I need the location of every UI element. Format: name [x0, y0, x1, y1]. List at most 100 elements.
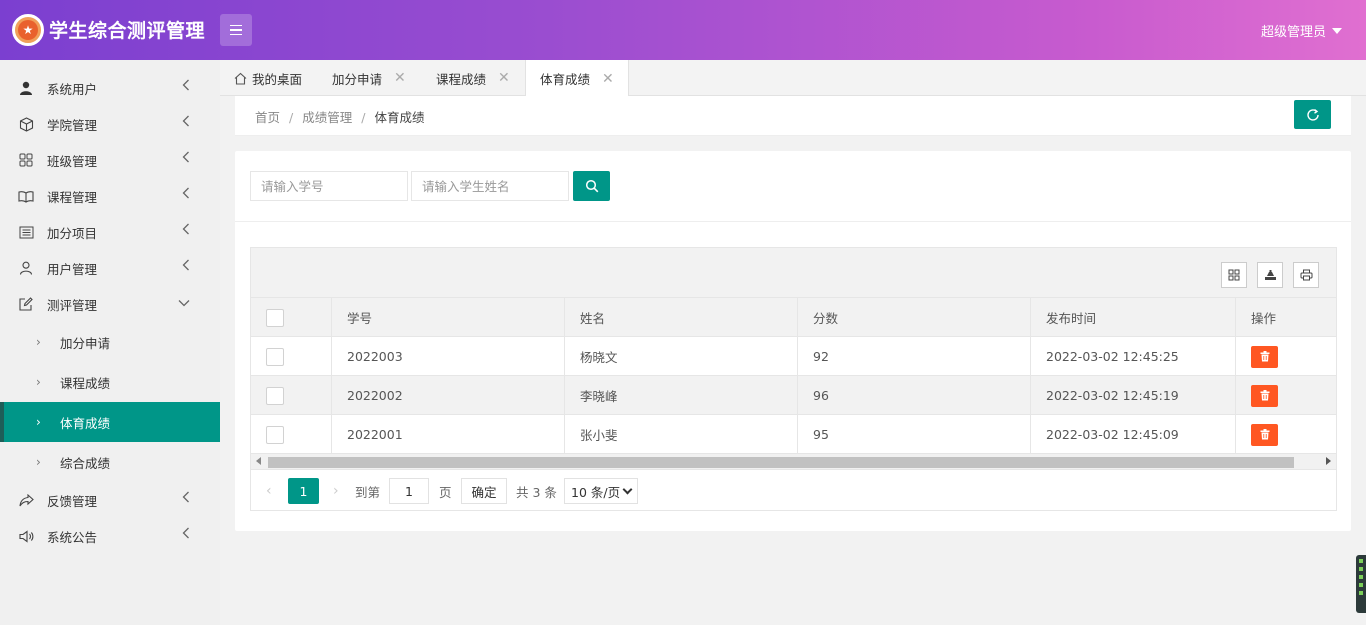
sidebar-subitem-pe-scores[interactable]: › 体育成绩	[0, 402, 220, 442]
list-icon	[18, 224, 34, 240]
sidebar-item-college[interactable]: 学院管理	[0, 106, 220, 142]
app-title: 学生综合测评管理	[49, 20, 206, 42]
cell-name: 杨晓文	[565, 337, 798, 376]
breadcrumb-section[interactable]: 成绩管理	[302, 110, 352, 125]
refresh-icon	[1306, 108, 1319, 121]
goto-page-input[interactable]	[389, 478, 429, 504]
search-button[interactable]	[573, 171, 610, 201]
export-button[interactable]	[1257, 262, 1283, 288]
breadcrumb-bar: 首页 / 成绩管理 / 体育成绩	[235, 96, 1351, 136]
breadcrumb: 首页 / 成绩管理 / 体育成绩	[255, 107, 424, 126]
share-icon	[18, 492, 34, 508]
sidebar-item-label: 系统公告	[47, 529, 98, 545]
user-menu[interactable]: 超级管理员	[1261, 21, 1342, 40]
page-size-select[interactable]: 10 条/页	[564, 478, 638, 504]
goto-label: 到第	[355, 484, 381, 500]
row-checkbox[interactable]	[266, 347, 284, 366]
prev-page-icon[interactable]: ‹	[266, 478, 272, 504]
tab-bonus-application[interactable]: 加分申请 ✕	[332, 60, 406, 96]
columns-icon	[1228, 269, 1240, 281]
header-score[interactable]: 分数	[798, 298, 1031, 337]
close-icon[interactable]: ✕	[602, 71, 614, 87]
table-header-row: 学号 姓名 分数 发布时间 操作	[251, 298, 1336, 337]
sidebar-item-evaluation[interactable]: 测评管理	[0, 286, 220, 322]
scroll-right-icon[interactable]	[1326, 457, 1331, 465]
export-icon	[1264, 270, 1276, 280]
tab-my-desktop[interactable]: 我的桌面	[234, 60, 302, 96]
table-row[interactable]: 2022002 李晓峰 96 2022-03-02 12:45:19	[251, 376, 1336, 415]
columns-filter-button[interactable]	[1221, 262, 1247, 288]
chevron-right-icon: ›	[36, 415, 41, 429]
tab-label: 课程成绩	[436, 71, 487, 87]
cell-published-time: 2022-03-02 12:45:09	[1046, 427, 1179, 442]
delete-button[interactable]	[1251, 423, 1278, 446]
table-row[interactable]: 2022001 张小斐 95 2022-03-02 12:45:09	[251, 415, 1336, 454]
sidebar-item-announcement[interactable]: 系统公告	[0, 518, 220, 554]
sidebar-item-system-users[interactable]: 系统用户	[0, 70, 220, 106]
page-current[interactable]: 1	[288, 478, 319, 504]
header-published-time[interactable]: 发布时间	[1031, 298, 1235, 337]
menu-toggle-button[interactable]	[220, 14, 252, 46]
next-page-icon[interactable]: ›	[333, 478, 339, 504]
sidebar-item-label: 加分项目	[47, 225, 98, 241]
breadcrumb-home[interactable]: 首页	[255, 110, 280, 125]
cell-published-time: 2022-03-02 12:45:19	[1046, 388, 1179, 403]
chevron-down-icon	[178, 295, 190, 311]
sidebar-item-label: 学院管理	[47, 117, 98, 133]
close-icon[interactable]: ✕	[498, 70, 510, 86]
student-id-search-input[interactable]	[250, 171, 408, 201]
chevron-left-icon	[182, 527, 190, 543]
sidebar-item-user-management[interactable]: 用户管理	[0, 250, 220, 286]
row-checkbox-cell	[251, 337, 332, 376]
header-name[interactable]: 姓名	[565, 298, 798, 337]
table-row[interactable]: 2022003 杨晓文 92 2022-03-02 12:45:25	[251, 337, 1336, 376]
row-checkbox[interactable]	[266, 425, 284, 444]
data-table: 学号 姓名 分数 发布时间 操作 2022003 杨晓文 92 2022-03-…	[250, 247, 1337, 511]
content-card: 学号 姓名 分数 发布时间 操作 2022003 杨晓文 92 2022-03-…	[235, 151, 1351, 531]
refresh-button[interactable]	[1294, 100, 1331, 129]
goto-confirm-button[interactable]: 确定	[461, 478, 507, 504]
top-header: ★ 学生综合测评管理 超级管理员	[0, 0, 1366, 60]
user-filled-icon	[18, 80, 34, 96]
search-icon	[585, 179, 598, 193]
sidebar-subitem-bonus-application[interactable]: › 加分申请	[0, 322, 220, 362]
star-icon: ★	[18, 20, 38, 40]
tab-pe-scores[interactable]: 体育成绩 ✕	[525, 60, 629, 97]
tab-course-scores[interactable]: 课程成绩 ✕	[436, 60, 510, 96]
sidebar-subitem-overall-scores[interactable]: › 综合成绩	[0, 442, 220, 482]
home-icon	[234, 72, 247, 85]
chevron-left-icon	[182, 259, 190, 275]
horizontal-scrollbar[interactable]	[251, 454, 1336, 470]
print-button[interactable]	[1293, 262, 1319, 288]
table-toolbar	[251, 248, 1336, 298]
chevron-left-icon	[182, 79, 190, 95]
delete-button[interactable]	[1251, 384, 1278, 407]
cell-student-id: 2022003	[332, 337, 565, 376]
floating-widget[interactable]	[1356, 555, 1366, 613]
sidebar-subitem-label: 课程成绩	[60, 375, 111, 391]
select-all-checkbox[interactable]	[266, 308, 284, 327]
header-student-id[interactable]: 学号	[332, 298, 565, 337]
trash-icon	[1260, 390, 1269, 401]
sidebar-item-feedback[interactable]: 反馈管理	[0, 482, 220, 518]
scroll-left-icon[interactable]	[256, 457, 261, 465]
pagination: ‹ 1 › 到第 页 确定 共 3 条 10 条/页	[251, 471, 1336, 511]
close-icon[interactable]: ✕	[394, 70, 406, 86]
trash-icon	[1260, 351, 1269, 362]
goto-page-field	[389, 478, 429, 504]
sidebar-item-class[interactable]: 班级管理	[0, 142, 220, 178]
speaker-icon	[18, 528, 34, 544]
sidebar-item-bonus-items[interactable]: 加分项目	[0, 214, 220, 250]
chevron-right-icon: ›	[36, 335, 41, 349]
scrollbar-thumb[interactable]	[268, 457, 1294, 468]
sidebar-item-label: 用户管理	[47, 261, 98, 277]
breadcrumb-separator: /	[289, 110, 294, 125]
page-unit: 页	[439, 484, 452, 500]
student-name-search-input[interactable]	[411, 171, 569, 201]
user-icon	[18, 260, 34, 276]
divider	[235, 221, 1351, 222]
sidebar-item-course[interactable]: 课程管理	[0, 178, 220, 214]
row-checkbox[interactable]	[266, 386, 284, 405]
delete-button[interactable]	[1251, 345, 1278, 368]
sidebar-subitem-course-scores[interactable]: › 课程成绩	[0, 362, 220, 402]
